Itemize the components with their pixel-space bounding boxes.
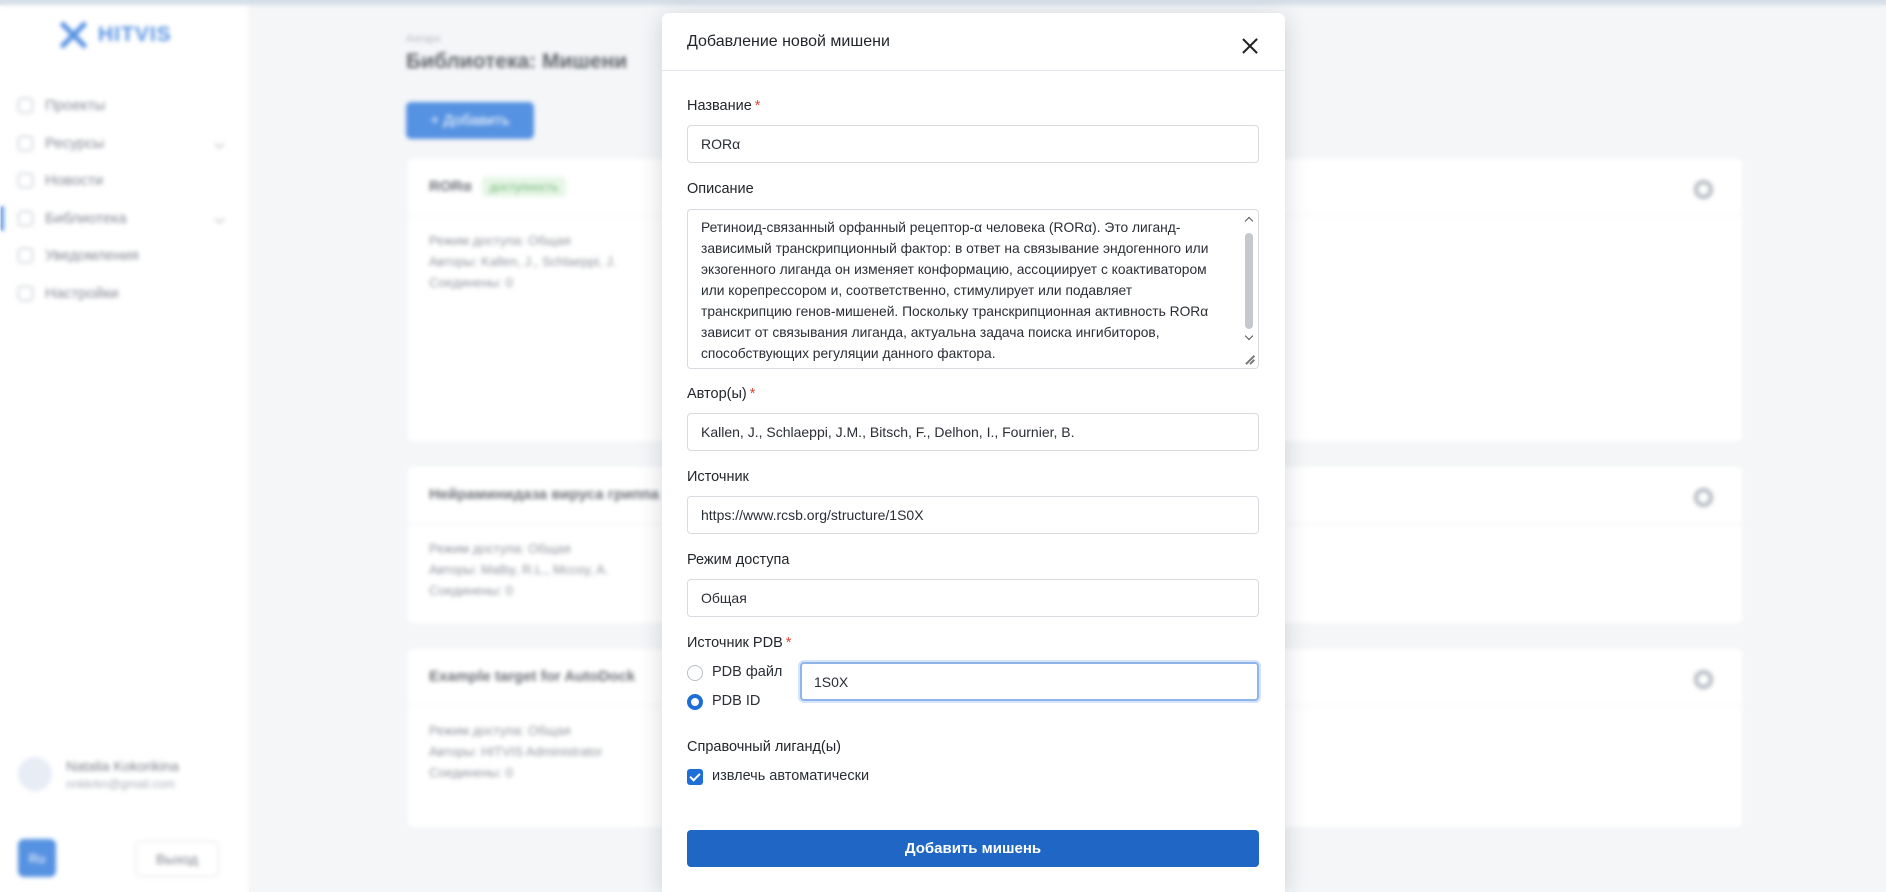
access-select[interactable]: Общая xyxy=(687,579,1259,617)
ligand-label: Справочный лиганд(ы) xyxy=(687,739,841,755)
pdb-id-radio[interactable] xyxy=(687,694,703,710)
required-mark: * xyxy=(785,635,792,651)
pdb-source-label: Источник PDB * xyxy=(687,635,792,651)
name-input[interactable]: RORα xyxy=(687,125,1259,163)
pdb-id-label[interactable]: PDB ID xyxy=(712,693,760,709)
source-label: Источник xyxy=(687,469,749,485)
description-label: Описание xyxy=(687,181,754,197)
modal-header: Добавление новой мишени xyxy=(662,13,1285,71)
name-label: Название * xyxy=(687,98,761,114)
pdb-id-input[interactable]: 1S0X xyxy=(800,662,1259,701)
chevron-down-icon[interactable] xyxy=(1244,331,1254,341)
add-target-modal: Добавление новой мишени Название * RORα О… xyxy=(662,13,1285,892)
access-label: Режим доступа xyxy=(687,552,790,568)
modal-title: Добавление новой мишени xyxy=(687,32,890,50)
source-input[interactable]: https://www.rcsb.org/structure/1S0X xyxy=(687,496,1259,534)
authors-label: Автор(ы) * xyxy=(687,386,756,402)
auto-extract-label[interactable]: извлечь автоматически xyxy=(712,768,869,784)
pdb-file-radio[interactable] xyxy=(687,665,703,681)
required-mark: * xyxy=(749,386,756,402)
pdb-file-label[interactable]: PDB файл xyxy=(712,664,782,680)
description-scrollbar[interactable] xyxy=(1242,211,1256,363)
authors-input[interactable]: Kallen, J., Schlaeppi, J.M., Bitsch, F.,… xyxy=(687,413,1259,451)
resize-handle-icon[interactable] xyxy=(1244,353,1256,365)
auto-extract-checkbox[interactable] xyxy=(687,769,703,785)
chevron-up-icon[interactable] xyxy=(1244,216,1254,226)
close-icon[interactable] xyxy=(1242,38,1258,54)
scrollbar-thumb[interactable] xyxy=(1245,233,1253,329)
add-target-submit-button[interactable]: Добавить мишень xyxy=(687,830,1259,867)
required-mark: * xyxy=(754,98,761,114)
description-textarea[interactable]: Ретиноид-связанный орфанный рецептор-α ч… xyxy=(687,209,1259,369)
